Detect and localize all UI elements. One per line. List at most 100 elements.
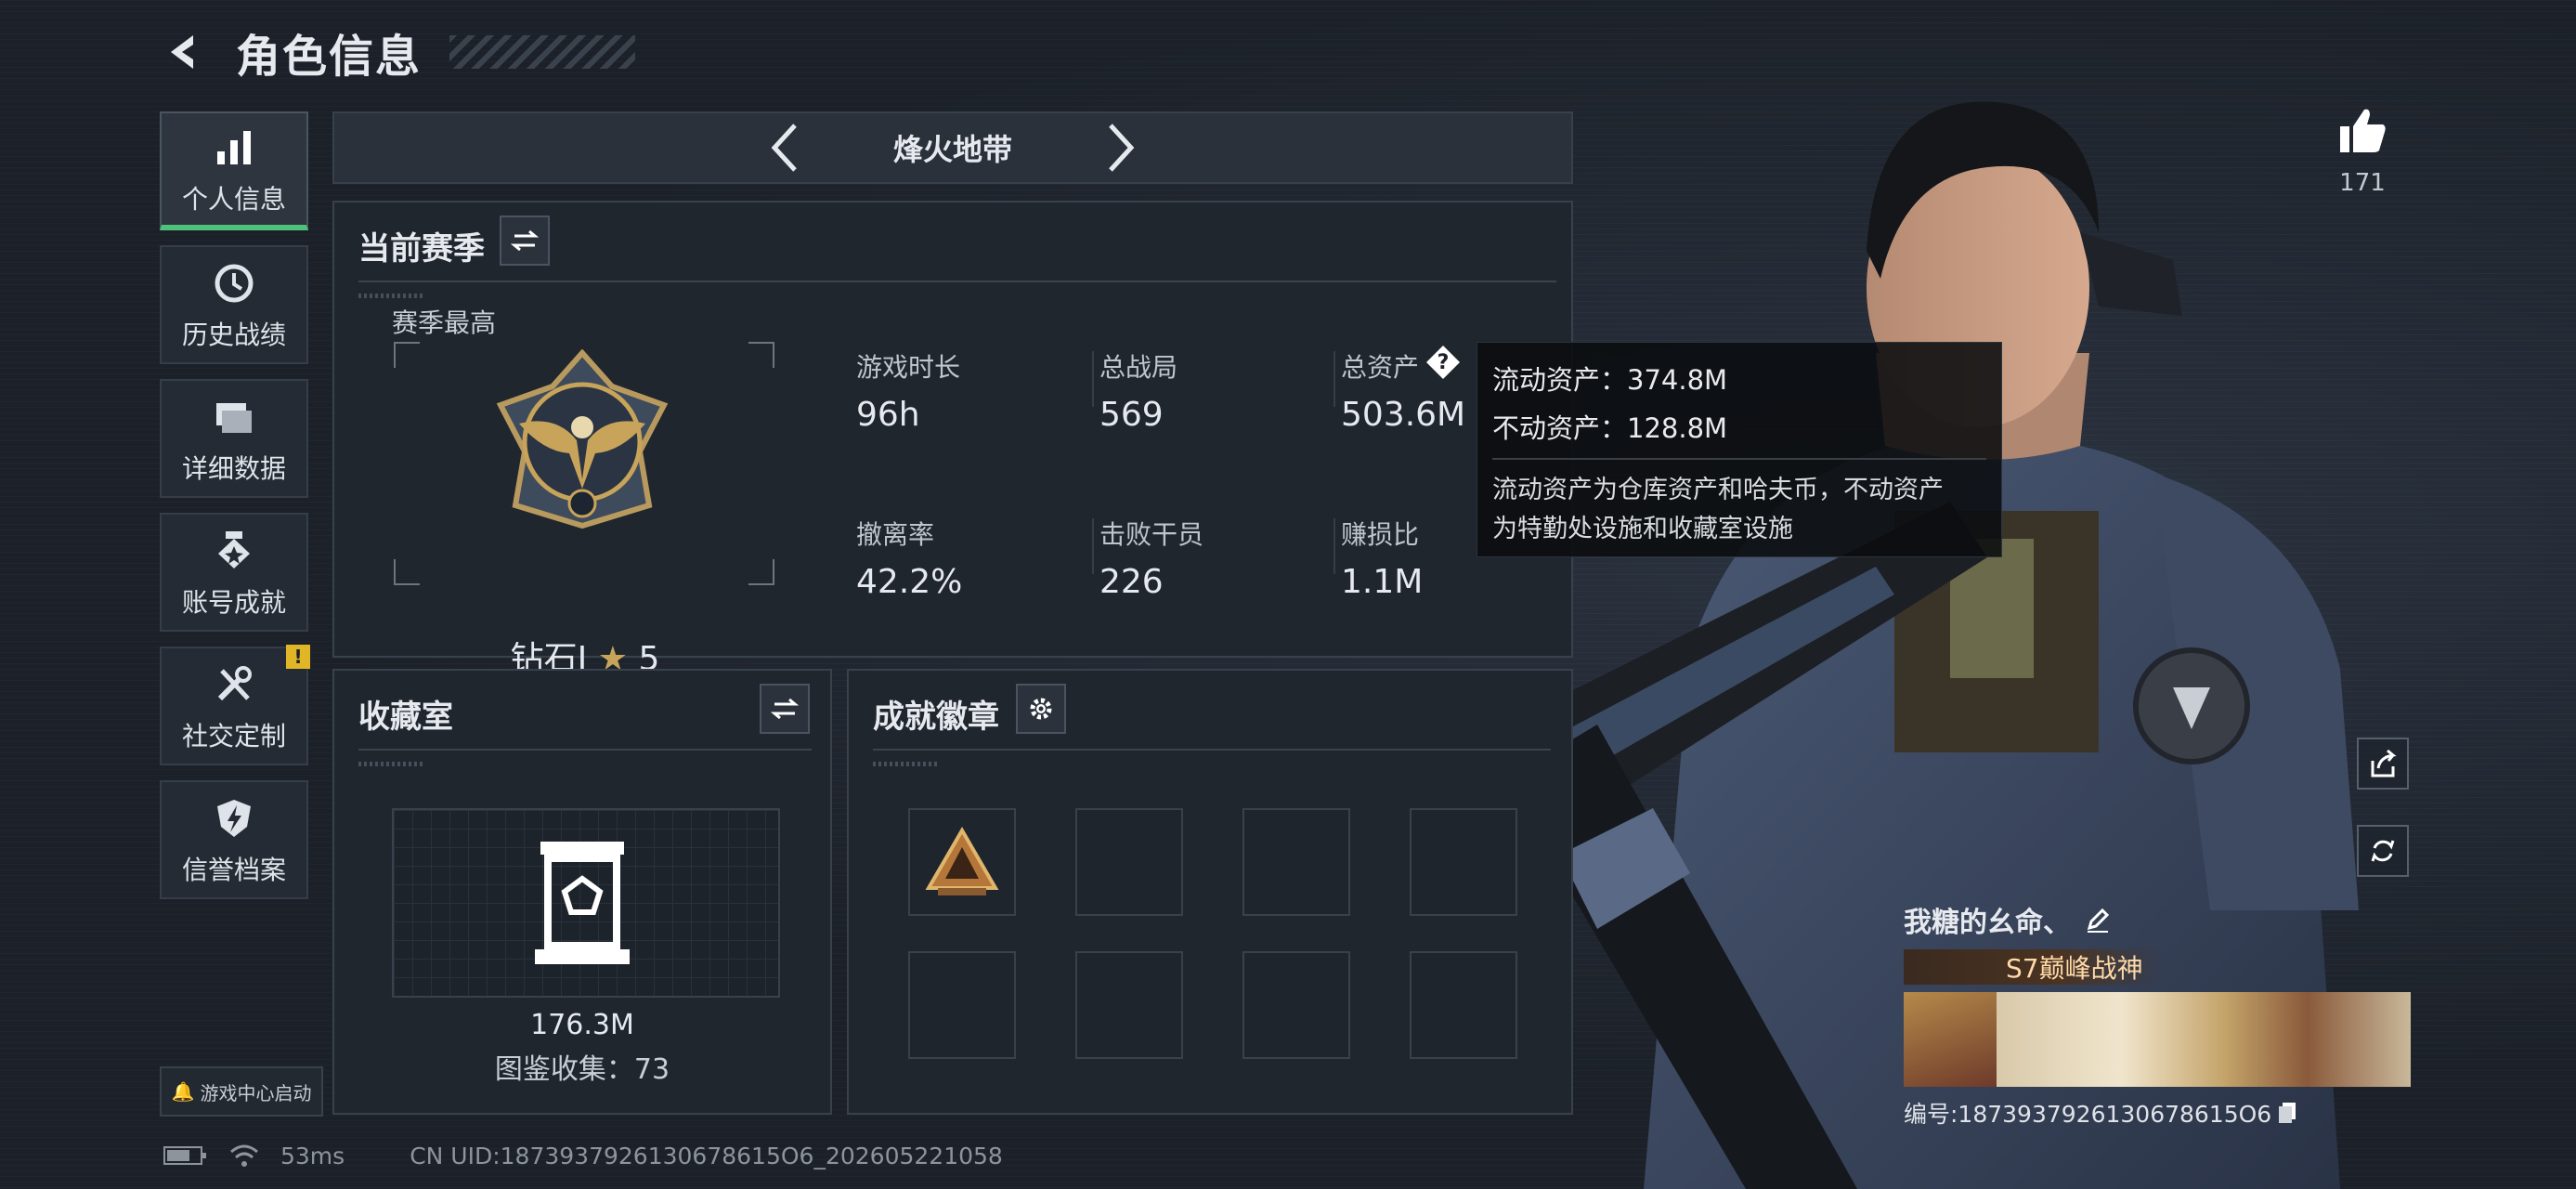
player-name-row: 我糖的幺命、 (1904, 899, 2411, 940)
nav-item-history[interactable]: 历史战绩 (160, 245, 308, 364)
season-title: 当前赛季 (358, 230, 485, 268)
player-banner[interactable] (1904, 992, 2411, 1087)
stat-separator (1334, 518, 1335, 574)
nav-item-label: 账号成就 (181, 587, 286, 618)
warning-badge: ! (286, 645, 310, 669)
like-button[interactable]: 171 (2336, 104, 2388, 197)
nav-item-personal-info[interactable]: 个人信息 (160, 111, 308, 230)
collection-switch-button[interactable] (760, 684, 810, 734)
status-bar: 53ms CN UID:1873937926130678615O6_202605… (163, 1141, 1023, 1170)
title-hatch-decoration (449, 35, 636, 69)
micro-decoration (358, 294, 423, 298)
stat-separator (1092, 351, 1094, 407)
collection-preview[interactable] (392, 808, 780, 998)
achievement-slot[interactable] (1075, 951, 1183, 1059)
collection-title: 收藏室 (358, 699, 453, 736)
bell-icon: 🔔 (171, 1080, 195, 1103)
nav-item-label: 社交定制 (181, 721, 286, 751)
season-switch-button[interactable] (500, 216, 550, 266)
achievement-slot[interactable] (908, 951, 1016, 1059)
player-id: 编号:1873937926130678615O6 (1904, 1101, 2272, 1128)
stat-kills: 击败干员 226 (1099, 515, 1203, 601)
rank-frame (394, 342, 774, 585)
shield-lightning-icon (213, 792, 255, 844)
achievements-settings-button[interactable] (1016, 684, 1066, 734)
achievement-slot[interactable] (1242, 951, 1350, 1059)
stat-label: 赚损比 (1341, 519, 1420, 550)
chevron-right-icon (1109, 124, 1135, 172)
game-center-label: 游戏中心启动 (200, 1081, 312, 1104)
display-case-icon (535, 842, 630, 964)
history-clock-icon (213, 257, 255, 309)
assets-tooltip: 流动资产：374.8M 不动资产：128.8M 流动资产为仓库资产和哈夫币，不动… (1477, 342, 2002, 557)
player-title: S7巅峰战神 (2006, 953, 2143, 984)
stat-value: 569 (1099, 396, 1164, 434)
tooltip-divider (1492, 458, 1986, 460)
stat-label: 游戏时长 (856, 352, 961, 383)
refresh-icon (2371, 840, 2395, 862)
nav-item-label: 个人信息 (181, 184, 286, 215)
question-icon[interactable]: ? (1425, 344, 1462, 381)
stat-value: 96h (856, 396, 920, 434)
stat-value: 503.6M (1341, 396, 1466, 434)
edit-name-button[interactable] (2084, 906, 2112, 934)
achievement-slot[interactable] (1242, 808, 1350, 916)
panel-divider (358, 281, 1556, 282)
player-card: 我糖的幺命、 S7巅峰战神 编号:1873937926130678615O6 (1904, 899, 2411, 1130)
player-title-badge: S7巅峰战神 (1904, 949, 2164, 985)
wifi-icon (228, 1143, 260, 1169)
svg-text:?: ? (1438, 351, 1450, 374)
chevron-left-icon (771, 124, 797, 172)
bar-chart-icon (214, 122, 254, 174)
folder-icon (213, 391, 255, 443)
stat-extract-rate: 撤离率 42.2% (856, 515, 962, 601)
uid-text: CN UID:1873937926130678615O6_20260522105… (410, 1142, 1003, 1169)
collection-value: 176.3M (530, 1009, 634, 1041)
achievement-slot[interactable] (908, 808, 1016, 916)
tooltip-description-line2: 为特勤处设施和收藏室设施 (1492, 515, 1793, 543)
achievement-slot[interactable] (1075, 808, 1183, 916)
nav-item-detail-data[interactable]: 详细数据 (160, 379, 308, 498)
ping-value: 53ms (280, 1142, 345, 1169)
stat-value: 1.1M (1341, 563, 1424, 601)
player-id-row: 编号:1873937926130678615O6 (1904, 1096, 2411, 1130)
achievements-title: 成就徽章 (873, 699, 999, 736)
achievement-slot[interactable] (1410, 951, 1517, 1059)
collection-count: 图鉴收集：73 (494, 1053, 670, 1086)
swap-icon (771, 698, 799, 720)
share-button[interactable] (2357, 738, 2409, 790)
season-panel: 当前赛季 赛季最高 钻石Ⅰ ★ 5 4739 游戏时长 96h 总战局 569 … (332, 201, 1573, 705)
stat-separator (1334, 351, 1335, 407)
panel-divider (873, 749, 1551, 751)
copy-id-button[interactable] (2277, 1101, 2299, 1125)
avatar (1904, 992, 1997, 1087)
nav-item-credit-file[interactable]: 信誉档案 (160, 780, 308, 899)
nav-item-social-custom[interactable]: 社交定制 ! (160, 645, 310, 765)
mode-prev-button[interactable] (758, 120, 813, 176)
mode-name: 烽火地带 (892, 132, 1012, 167)
refresh-button[interactable] (2357, 825, 2409, 877)
season-best-label: 赛季最高 (392, 307, 497, 338)
mode-next-button[interactable] (1092, 120, 1148, 176)
like-count: 171 (2339, 169, 2386, 197)
nav-item-achievements[interactable]: 账号成就 (160, 513, 308, 632)
player-name: 我糖的幺命、 (1904, 907, 2071, 939)
achievement-slot[interactable] (1410, 808, 1517, 916)
stat-label: 击败干员 (1099, 519, 1204, 550)
tools-icon (213, 659, 255, 711)
stat-profit-ratio: 赚损比 1.1M (1341, 515, 1423, 601)
diamond-rank-emblem-icon (496, 349, 669, 529)
micro-decoration (358, 762, 423, 766)
thumbs-up-icon (2340, 109, 2386, 152)
medal-icon (213, 525, 255, 577)
tooltip-description-line1: 流动资产为仓库资产和哈夫币，不动资产 (1492, 476, 1944, 504)
back-button[interactable] (158, 26, 210, 78)
panel-divider (358, 749, 812, 751)
nav-item-label: 信誉档案 (181, 855, 286, 885)
stat-play-time: 游戏时长 96h (856, 347, 960, 434)
game-center-launch-button[interactable]: 🔔 游戏中心启动 (160, 1066, 323, 1117)
pencil-icon (2087, 908, 2110, 933)
back-arrow-icon (171, 35, 193, 69)
micro-decoration (873, 762, 938, 766)
stat-label: 总战局 (1099, 352, 1178, 383)
